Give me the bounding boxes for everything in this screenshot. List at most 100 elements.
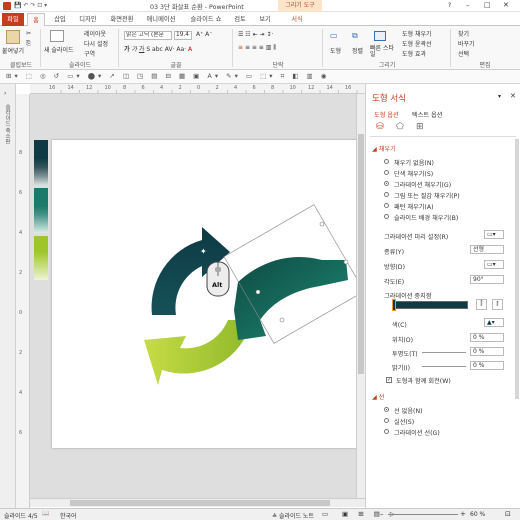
fill-option-radio[interactable] [384,159,389,164]
align-icons[interactable]: ≡ ≡ ≡ ≡ ▥ ⫼ [238,44,276,52]
tab-animations[interactable]: 애니메이션 [142,13,180,26]
fill-option-radio[interactable] [384,192,389,197]
tab-insert[interactable]: 삽입 [50,13,70,26]
replace-button[interactable]: 바꾸기 [458,39,475,48]
close-button[interactable]: ✕ [503,1,509,9]
scroll-thumb[interactable] [358,134,364,374]
size-properties-icon[interactable]: ⊞ [416,122,424,132]
type-dropdown[interactable]: 선형 [470,245,504,254]
line-option-radio[interactable] [384,418,389,423]
layout-button[interactable]: 레이아웃 [84,29,106,38]
pane-dropdown-icon[interactable]: ▾ [498,93,501,100]
thumbnail-pane-collapsed[interactable]: › 슬라이드 축소판 [0,84,16,508]
copy-icon[interactable]: ⎘ [26,40,31,48]
shape-fill-button[interactable]: 도형 채우기 [402,29,432,38]
cycle-arrows-diagram[interactable]: ✦ [52,140,362,448]
zoom-slider[interactable] [388,514,458,515]
line-option-radio[interactable] [384,429,389,434]
color-picker-button[interactable]: ▲▾ [484,318,504,327]
brightness-slider[interactable] [422,366,466,367]
rotate-with-shape-checkbox[interactable]: ✓ [386,377,392,383]
fill-option-radio[interactable] [384,170,389,175]
tab-design[interactable]: 디자인 [74,13,102,26]
font-format-icons[interactable]: 가 가 가 S abc AV· Aa· A [124,44,192,53]
font-size-dropdown[interactable]: 19.4 [174,31,192,40]
effects-icon[interactable]: ⬠ [396,122,404,132]
angle-input[interactable]: 90° [470,275,504,284]
paste-button[interactable]: 붙여넣기 [2,46,24,55]
fit-to-window-icon[interactable]: ⊡ [505,510,511,518]
line-option-radio[interactable] [384,407,389,412]
arrange-button[interactable]: 정렬 [352,46,363,55]
pane-scrollbar[interactable] [515,139,519,399]
reset-button[interactable]: 다시 설정 [84,39,108,48]
section-button[interactable]: 구역 [84,49,95,58]
zoom-level[interactable]: 60 % [470,511,485,518]
gradient-stop-handle[interactable] [392,299,396,311]
zoom-minus-button[interactable]: – [380,510,384,518]
fill-section-header[interactable]: ◢ 채우기 [372,144,396,153]
tab-review[interactable]: 검토 [230,13,250,26]
vertical-scrollbar[interactable] [356,94,365,498]
transparency-input[interactable]: 0 % [470,347,504,356]
direction-dropdown[interactable]: ▭▾ [484,260,504,269]
shapes-gallery-icon[interactable]: ▭ [330,31,344,43]
new-slide-button[interactable]: 새 슬라이드 [44,45,74,54]
resize-handle[interactable] [279,317,285,323]
fill-option-radio[interactable] [384,181,389,186]
find-button[interactable]: 찾기 [458,29,469,38]
shape-effects-button[interactable]: 도형 효과 [402,49,426,58]
tab-slideshow[interactable]: 슬라이드 쇼 [186,13,226,26]
minimize-button[interactable]: – [466,1,470,9]
pane-close-button[interactable]: ✕ [510,92,516,100]
toolbar-icons[interactable]: ⊞▾ ⬚ ◎ ↺ ▭▾ ⬤▾ ↗ ◫ ◳ ▤ ⊟ ▦ ▣ A▾ ✎▾ ▭ ⬚▾ … [6,72,329,81]
font-grow-icon[interactable]: A⁺ A⁻ [196,31,212,38]
gradient-preset-dropdown[interactable]: ▭▾ [484,230,504,239]
new-slide-icon[interactable] [50,30,64,42]
select-button[interactable]: 선택 [458,49,469,58]
brightness-input[interactable]: 0 % [470,361,504,370]
horizontal-scrollbar[interactable] [30,498,365,507]
transparency-slider[interactable] [422,352,466,353]
tab-transitions[interactable]: 화면전환 [106,13,138,26]
expand-thumbnails-icon[interactable]: › [4,90,6,97]
arrange-icon[interactable]: ⧉ [352,31,358,41]
tab-view[interactable]: 보기 [256,13,274,26]
rotate-handle[interactable] [255,289,261,295]
zoom-plus-button[interactable]: + [460,510,466,518]
shape-outline-button[interactable]: 도형 윤곽선 [402,39,432,48]
slide-counter: 슬라이드 4/5 [4,513,38,520]
comments-icon[interactable]: ▭ [322,510,328,518]
green-arrow-segment[interactable] [144,320,252,385]
fill-option-radio[interactable] [384,203,389,208]
maximize-button[interactable]: □ [484,1,491,9]
quick-style-button[interactable]: 빠른 스타일 [370,46,394,58]
resize-handle[interactable] [319,221,325,227]
tab-home[interactable]: 홈 [27,13,45,26]
language-indicator[interactable]: 한국어 [60,511,77,520]
remove-stop-button[interactable]: ⫾ [492,299,503,310]
tab-format[interactable]: 서식 [286,13,308,26]
quick-style-icon[interactable] [374,31,386,41]
notes-button[interactable]: ≙ 슬라이드 노트 [272,511,314,520]
resize-handle[interactable] [343,259,349,265]
paste-icon[interactable] [6,30,20,44]
add-stop-button[interactable]: ⫿ [476,299,487,310]
line-section-header[interactable]: ◢ 선 [372,392,384,401]
teal-arrow-segment[interactable] [234,256,348,340]
slide[interactable]: ✦ Alt [52,140,362,448]
tab-text-options[interactable]: 텍스트 옵션 [412,110,442,119]
paragraph-icons[interactable]: ☰ ☷ ⇤ ⇥ ↕· [238,31,273,38]
cut-icon[interactable]: ✂ [26,30,31,37]
help-icon[interactable]: ? [448,2,451,9]
tab-file[interactable]: 파일 [2,13,24,26]
spellcheck-icon[interactable]: 📖 [42,510,49,517]
font-name-dropdown[interactable]: 맑은 고딕 (본문 [124,31,172,40]
fill-line-icon[interactable]: ⛁ [376,122,384,132]
shape-button[interactable]: 도형 [330,46,341,55]
tab-shape-options[interactable]: 도형 옵션 [374,110,399,119]
gradient-stops-bar[interactable] [392,301,468,309]
fill-option-radio[interactable] [384,214,389,219]
position-input[interactable]: 0 % [470,333,504,342]
scroll-thumb[interactable] [70,500,330,506]
